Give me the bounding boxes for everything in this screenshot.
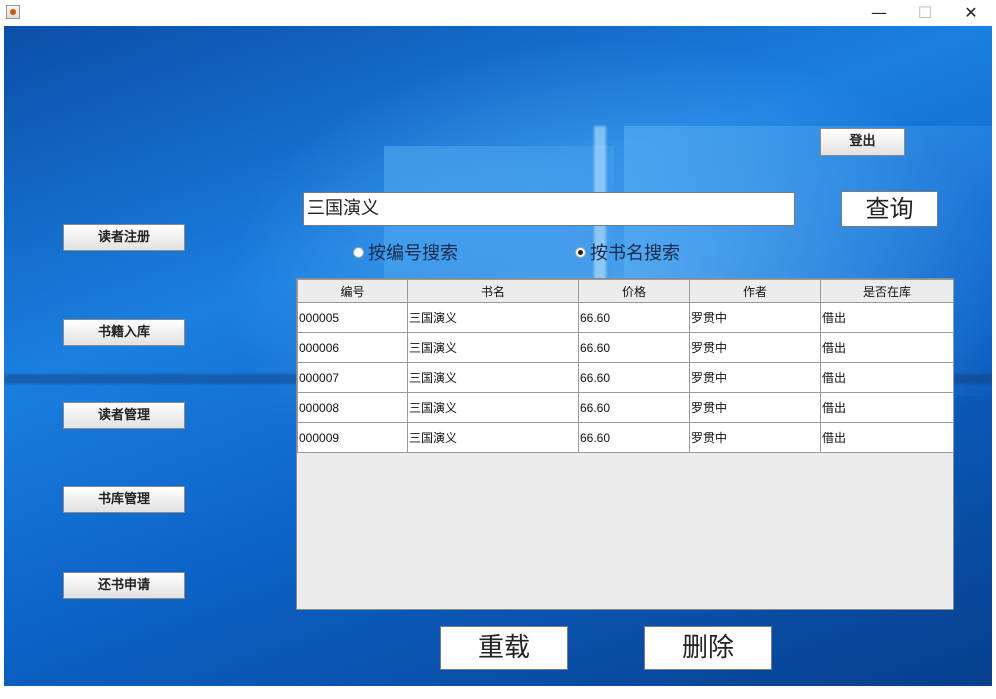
main-panel: 登出 读者注册 书籍入库 读者管理 书库管理 还书申请 三国演义 查询 按编号搜… <box>4 26 992 686</box>
table-header-row: 编号 书名 价格 作者 是否在库 <box>297 279 954 303</box>
sidebar-item-book-stock-in[interactable]: 书籍入库 <box>63 319 185 346</box>
column-header[interactable]: 作者 <box>689 279 821 303</box>
search-input[interactable]: 三国演义 <box>303 192 795 226</box>
sidebar-item-return-request[interactable]: 还书申请 <box>63 572 185 599</box>
logout-button[interactable]: 登出 <box>820 128 905 156</box>
table-cell: 66.60 <box>578 392 690 423</box>
sidebar-item-reader-register[interactable]: 读者注册 <box>63 224 185 251</box>
sidebar-item-reader-manage[interactable]: 读者管理 <box>63 402 185 429</box>
table-cell: 罗贯中 <box>689 422 821 453</box>
table-cell: 000009 <box>297 422 408 453</box>
table-cell: 66.60 <box>578 422 690 453</box>
table-row[interactable]: 000005 三国演义 66.60 罗贯中 借出 <box>297 302 954 333</box>
radio-selected-icon <box>575 246 586 258</box>
table-cell: 借出 <box>820 422 954 453</box>
table-cell: 66.60 <box>578 362 690 393</box>
table-row[interactable]: 000007 三国演义 66.60 罗贯中 借出 <box>297 362 954 393</box>
table-row[interactable]: 000008 三国演义 66.60 罗贯中 借出 <box>297 392 954 423</box>
radio-label: 按编号搜索 <box>368 243 458 264</box>
column-header[interactable]: 书名 <box>407 279 579 303</box>
table-cell: 三国演义 <box>407 362 579 393</box>
java-app-icon <box>6 5 20 19</box>
close-button[interactable]: ✕ <box>948 0 994 26</box>
radio-label: 按书名搜索 <box>590 243 680 264</box>
reload-button[interactable]: 重载 <box>440 626 568 670</box>
table-cell: 借出 <box>820 362 954 393</box>
sidebar-item-library-manage[interactable]: 书库管理 <box>63 486 185 513</box>
table-cell: 000006 <box>297 332 408 363</box>
table-cell: 借出 <box>820 392 954 423</box>
table-row[interactable]: 000006 三国演义 66.60 罗贯中 借出 <box>297 332 954 363</box>
table-cell: 罗贯中 <box>689 362 821 393</box>
title-bar: — ☐ ✕ <box>0 0 996 26</box>
table-cell: 借出 <box>820 332 954 363</box>
table-cell: 三国演义 <box>407 422 579 453</box>
table-row[interactable]: 000009 三国演义 66.60 罗贯中 借出 <box>297 422 954 453</box>
radio-unselected-icon <box>353 246 364 258</box>
table-cell: 三国演义 <box>407 392 579 423</box>
table-cell: 000008 <box>297 392 408 423</box>
maximize-button[interactable]: ☐ <box>902 0 948 26</box>
table-cell: 三国演义 <box>407 302 579 333</box>
column-header[interactable]: 价格 <box>578 279 690 303</box>
column-header[interactable]: 是否在库 <box>820 279 954 303</box>
radio-search-by-title[interactable]: 按书名搜索 <box>575 243 680 265</box>
column-header[interactable]: 编号 <box>297 279 408 303</box>
table-cell: 三国演义 <box>407 332 579 363</box>
window-bottom-border <box>0 686 996 699</box>
delete-button[interactable]: 删除 <box>644 626 772 670</box>
table-cell: 000005 <box>297 302 408 333</box>
table-cell: 000007 <box>297 362 408 393</box>
results-table[interactable]: 编号 书名 价格 作者 是否在库 000005 三国演义 66.60 罗贯中 借… <box>296 278 954 610</box>
table-cell: 66.60 <box>578 302 690 333</box>
radio-search-by-id[interactable]: 按编号搜索 <box>353 243 458 265</box>
table-cell: 罗贯中 <box>689 302 821 333</box>
table-cell: 罗贯中 <box>689 332 821 363</box>
table-cell: 66.60 <box>578 332 690 363</box>
query-button[interactable]: 查询 <box>841 191 938 227</box>
table-cell: 罗贯中 <box>689 392 821 423</box>
table-cell: 借出 <box>820 302 954 333</box>
minimize-button[interactable]: — <box>856 0 902 26</box>
